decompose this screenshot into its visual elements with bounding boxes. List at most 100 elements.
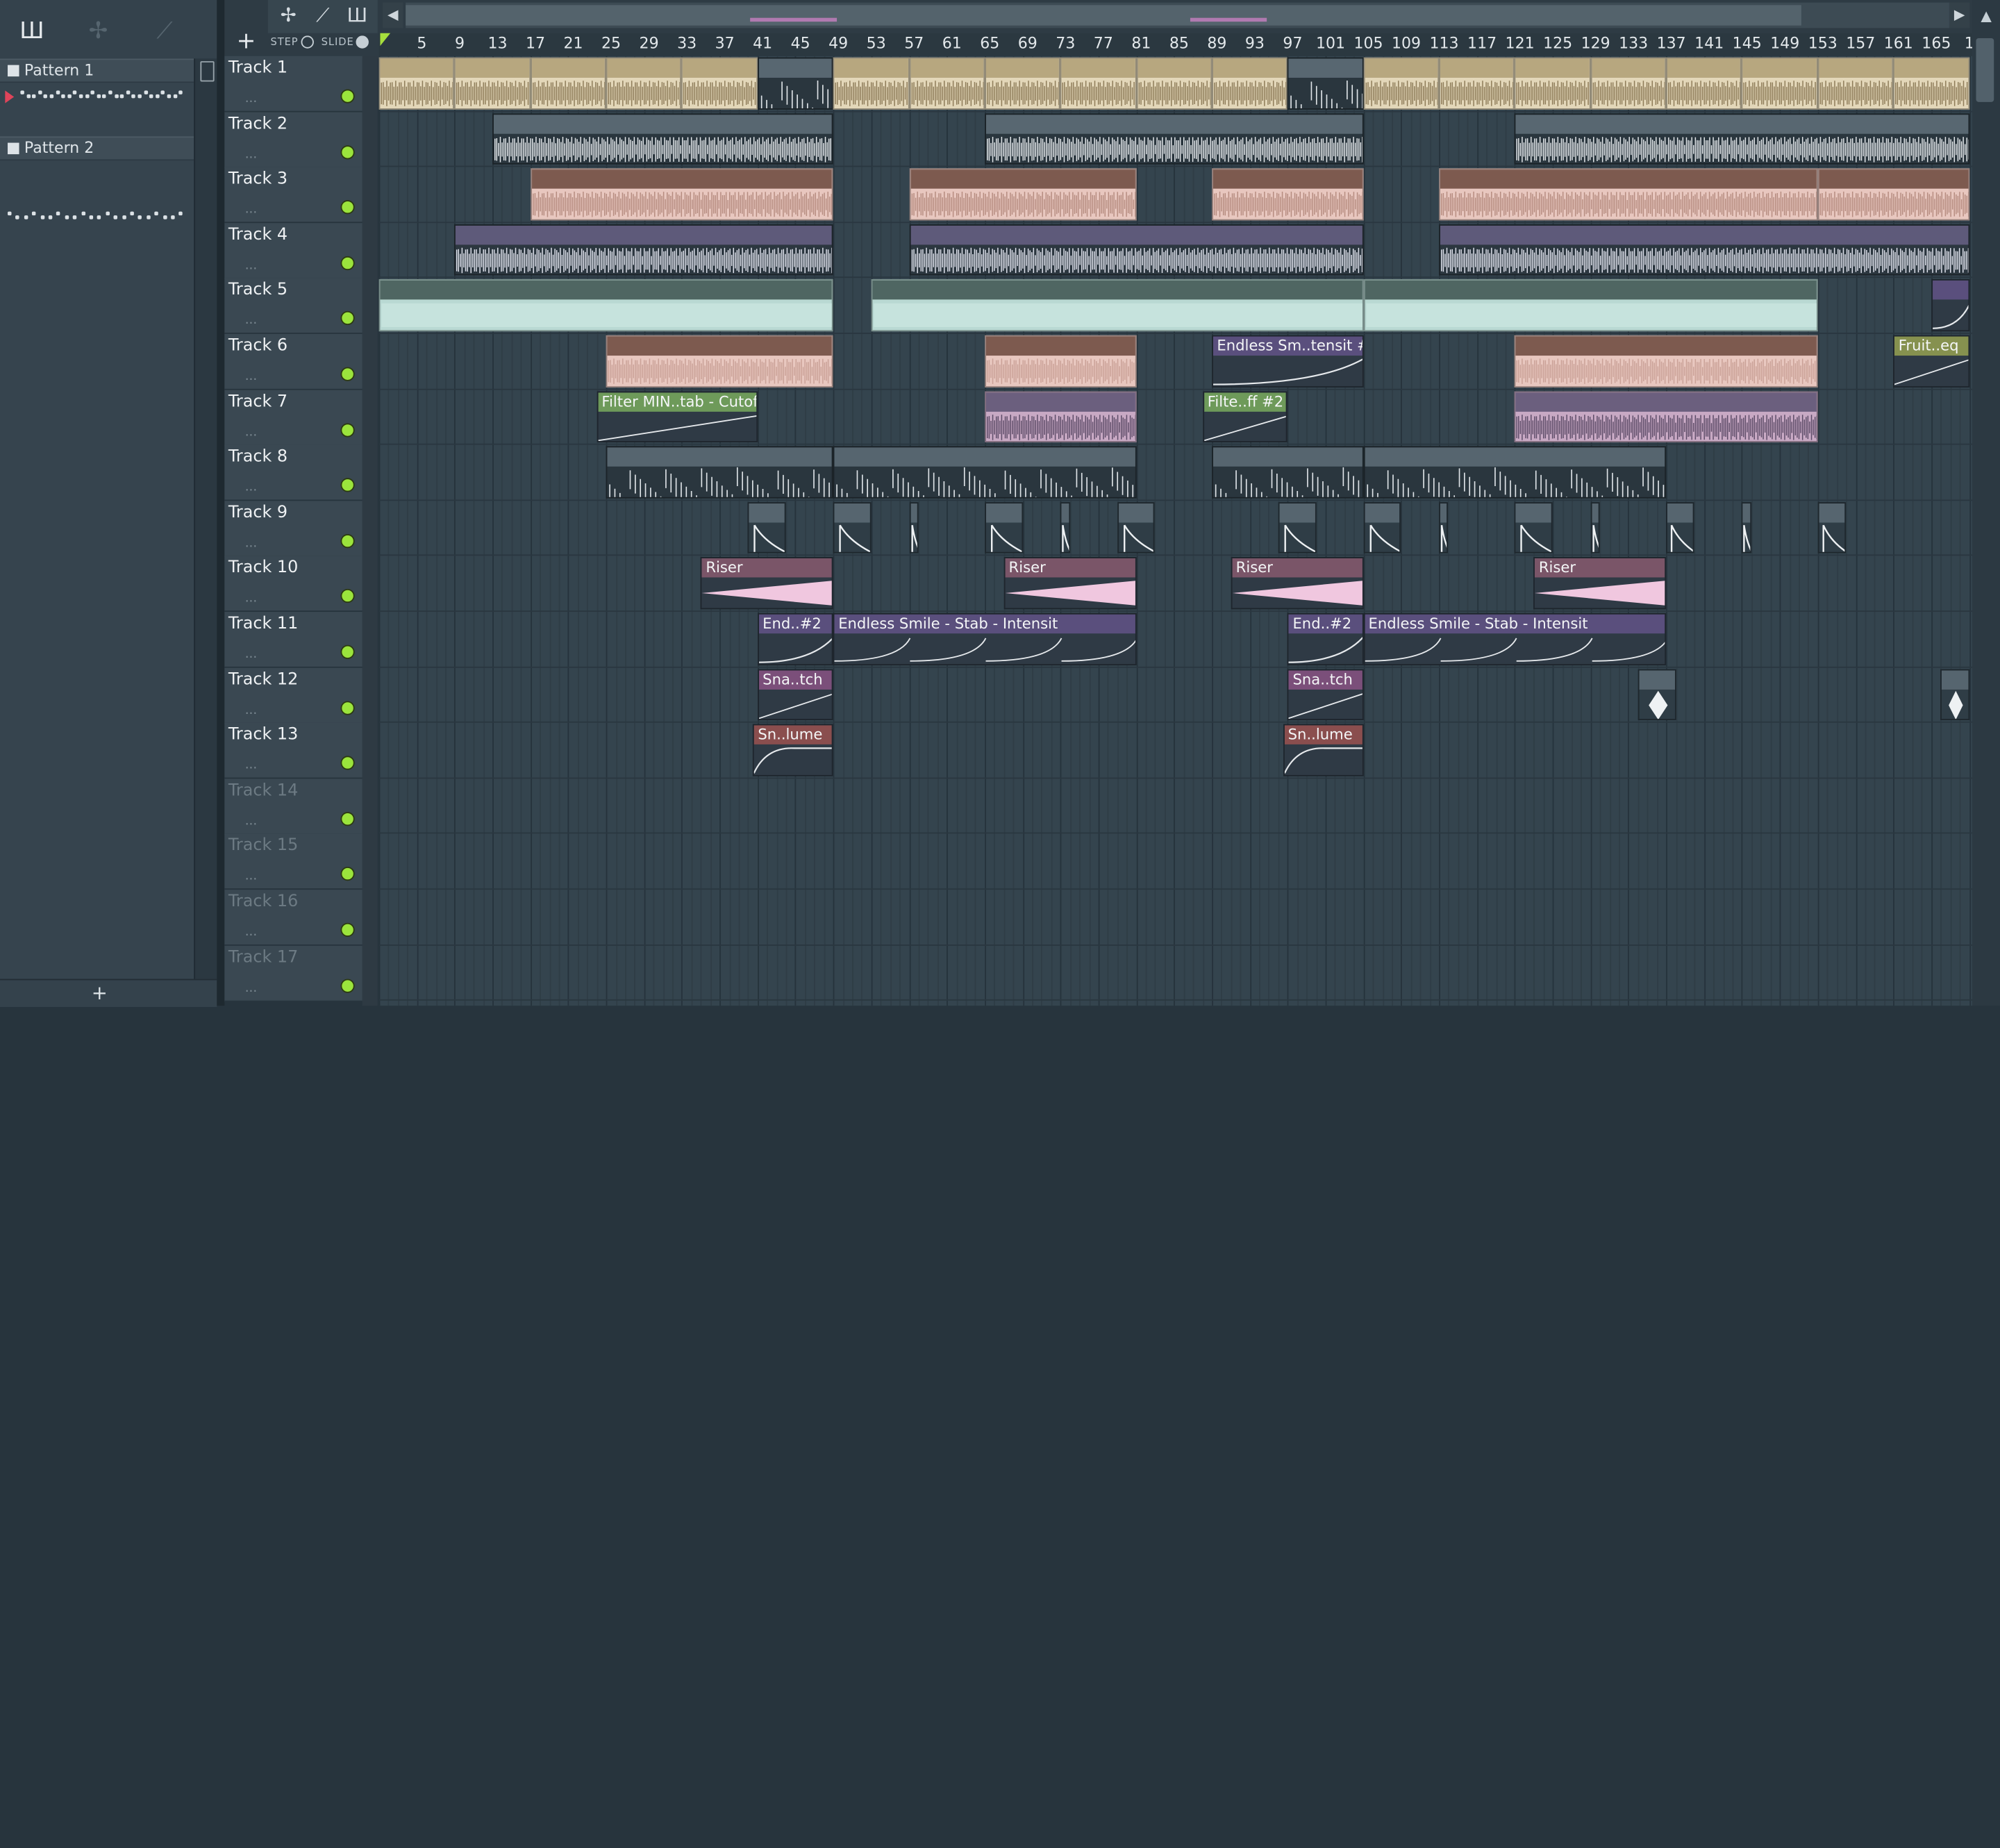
riser-clip[interactable]: Riser [701, 557, 833, 610]
scroll-up-icon[interactable]: ▲ [1972, 8, 2000, 24]
track-mute-led[interactable] [340, 478, 355, 492]
track-mute-led[interactable] [340, 978, 355, 993]
audio-clip[interactable] [984, 390, 1137, 443]
audio-clip[interactable] [908, 57, 985, 110]
track-header[interactable]: Track 4... [224, 222, 362, 279]
audio-clip[interactable] [1893, 57, 1969, 110]
track-name[interactable]: Track 6 [228, 337, 288, 356]
track-options[interactable]: ... [245, 203, 258, 217]
track-header[interactable]: Track 16... [224, 890, 362, 946]
audio-clip[interactable] [1439, 57, 1515, 110]
track-mute-led[interactable] [340, 533, 355, 548]
track-mute-led[interactable] [340, 311, 355, 326]
piano-roll-icon[interactable]: Ш [15, 15, 49, 49]
automation-clip[interactable]: End..#2 [1288, 613, 1364, 665]
audio-clip[interactable] [1212, 57, 1288, 110]
automation-clip[interactable] [1931, 279, 1969, 332]
pattern-clip[interactable] [492, 113, 833, 165]
audio-clip[interactable] [1515, 57, 1591, 110]
audio-clip[interactable] [378, 57, 455, 110]
riser-clip[interactable]: Riser [1231, 557, 1364, 610]
audio-clip[interactable] [984, 57, 1060, 110]
playlist-overview[interactable]: ◀ ▶ [383, 2, 1970, 28]
track-header[interactable]: Track 13... [224, 723, 362, 779]
automation-clip[interactable]: Sna..tch [1288, 668, 1364, 721]
audio-clip[interactable] [1742, 57, 1818, 110]
piano-tool-icon[interactable]: Ш [342, 4, 372, 27]
slide-radio[interactable] [356, 35, 369, 49]
automation-icon[interactable]: ⟋ [148, 15, 181, 49]
track-options[interactable]: ... [245, 369, 258, 383]
automation-clip[interactable]: Filte..ff #2 [1202, 390, 1288, 443]
timeline-ruler[interactable]: 5 9 13 17 21 25 29 33 37 41 45 49 53 57 61 65 69 73 77 81 85… [378, 33, 1973, 58]
riser-clip[interactable]: Riser [1003, 557, 1137, 610]
step-radio[interactable] [301, 35, 314, 49]
track-options[interactable]: ... [245, 592, 258, 606]
audio-clip[interactable] [681, 57, 758, 110]
audio-clip[interactable] [1666, 57, 1742, 110]
pattern-clip[interactable] [1288, 57, 1364, 110]
track-name[interactable]: Track 15 [228, 837, 298, 856]
audio-clip[interactable] [1136, 57, 1212, 110]
audio-clip[interactable] [833, 57, 909, 110]
track-options[interactable]: ... [245, 314, 258, 328]
track-mute-led[interactable] [340, 922, 355, 938]
automation-clip[interactable]: Endless Smile - Stab - Intensit [1363, 613, 1667, 665]
pattern-clip[interactable] [1515, 113, 1969, 165]
panel-divider[interactable] [217, 0, 225, 1006]
add-pattern-button[interactable]: + [90, 980, 110, 1007]
oneshot-clip[interactable] [1638, 668, 1676, 721]
oneshot-clip[interactable] [1439, 501, 1449, 554]
pattern-clip[interactable] [1363, 446, 1667, 499]
track-options[interactable]: ... [245, 147, 258, 161]
track-header[interactable]: Track 3... [224, 167, 362, 224]
track-name[interactable]: Track 14 [228, 781, 298, 801]
oneshot-clip[interactable] [908, 501, 919, 554]
oneshot-clip[interactable] [748, 501, 786, 554]
oneshot-clip[interactable] [1666, 501, 1695, 554]
track-options[interactable]: ... [245, 981, 258, 995]
track-mute-led[interactable] [340, 422, 355, 437]
track-mute-led[interactable] [340, 144, 355, 159]
audio-clip[interactable] [378, 279, 833, 332]
track-mute-led[interactable] [340, 700, 355, 715]
track-header[interactable]: Track 1... [224, 56, 362, 113]
track-header[interactable]: Track 5... [224, 278, 362, 335]
audio-clip[interactable] [984, 335, 1137, 388]
overview-window[interactable] [406, 5, 1801, 26]
track-options[interactable]: ... [245, 703, 258, 717]
oneshot-clip[interactable] [1742, 501, 1751, 554]
track-header[interactable]: Track 6... [224, 333, 362, 390]
pattern-clip[interactable] [984, 113, 1364, 165]
track-name[interactable]: Track 3 [228, 169, 288, 189]
pattern-clip[interactable] [606, 446, 833, 499]
scroll-right-button[interactable]: ▶ [1949, 2, 1970, 28]
add-track-button[interactable]: + [224, 30, 267, 56]
track-mute-led[interactable] [340, 756, 355, 770]
track-header[interactable]: Track 12... [224, 667, 362, 724]
track-name[interactable]: Track 16 [228, 892, 298, 912]
track-name[interactable]: Track 12 [228, 670, 298, 690]
scroll-thumb[interactable] [1976, 38, 1994, 102]
audio-clip[interactable] [1060, 57, 1137, 110]
automation-clip[interactable]: Sn..lume [1283, 724, 1364, 776]
audio-clip[interactable] [530, 168, 833, 221]
audio-clip[interactable] [908, 168, 1137, 221]
track-header[interactable]: Track 2... [224, 111, 362, 168]
audio-clip[interactable] [1515, 335, 1818, 388]
oneshot-clip[interactable] [833, 501, 872, 554]
track-name[interactable]: Track 9 [228, 503, 288, 523]
track-header[interactable]: Track 15... [224, 834, 362, 890]
plugin-tool-icon[interactable]: ✢ [273, 4, 303, 27]
track-options[interactable]: ... [245, 758, 258, 772]
audio-clip[interactable] [1439, 224, 1969, 276]
track-name[interactable]: Track 5 [228, 281, 288, 301]
automation-clip[interactable]: Sn..lume [752, 724, 833, 776]
automation-clip[interactable]: Sna..tch [757, 668, 833, 721]
track-header[interactable]: Track 7... [224, 389, 362, 446]
track-name[interactable]: Track 11 [228, 615, 298, 634]
pattern-clip[interactable] [833, 446, 1137, 499]
oneshot-clip[interactable] [1590, 501, 1600, 554]
track-mute-led[interactable] [340, 367, 355, 381]
track-header[interactable]: Track 9... [224, 500, 362, 557]
